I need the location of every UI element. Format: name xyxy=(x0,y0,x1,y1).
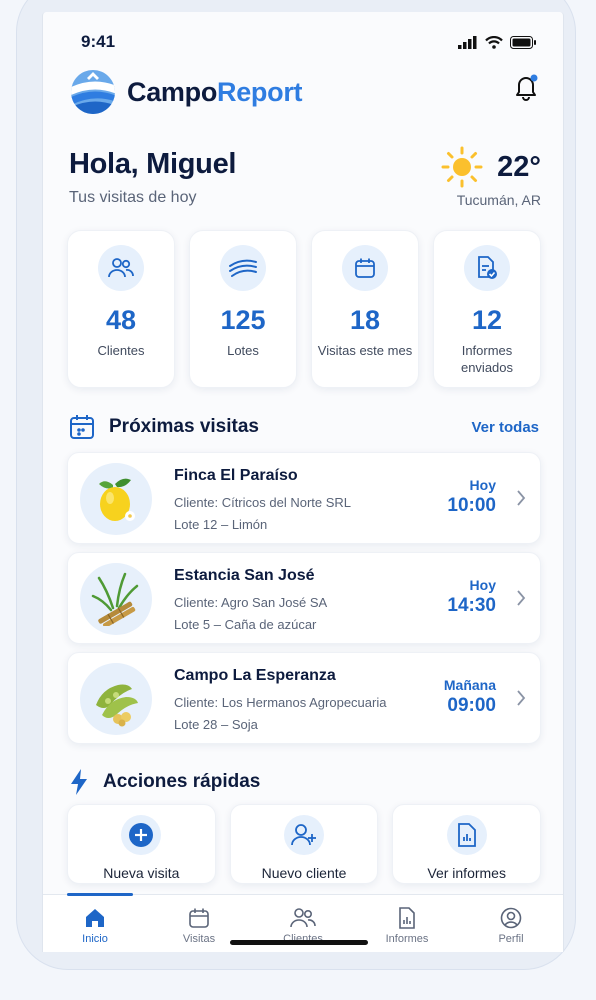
greeting: Hola, Miguel Tus visitas de hoy xyxy=(69,148,236,207)
bell-icon xyxy=(516,74,538,101)
users-icon xyxy=(98,245,144,291)
upcoming-header: Próximas visitas Ver todas xyxy=(69,414,539,440)
weather-widget: 22° Tucumán, AR xyxy=(441,146,541,208)
action-label: Nueva visita xyxy=(103,865,180,881)
status-time: 9:41 xyxy=(81,32,116,51)
visit-card[interactable]: Estancia San José Cliente: Agro San José… xyxy=(67,552,541,644)
upcoming-title: Próximas visitas xyxy=(109,416,259,437)
plus-icon xyxy=(121,815,162,855)
stat-value: 48 xyxy=(105,305,137,335)
app-screen: 9:41 CampoReport Hola, Miguel Tus visita… xyxy=(42,12,564,952)
status-icons xyxy=(458,35,537,49)
visit-client: Cliente: Cítricos del Norte SRL xyxy=(174,495,352,510)
visit-card[interactable]: Campo La Esperanza Cliente: Los Hermanos… xyxy=(67,652,541,744)
stat-card-visitas[interactable]: 18 Visitas este mes xyxy=(311,230,419,388)
stats-row: 48 Clientes 125 Lotes 18 Visitas este me… xyxy=(67,230,541,388)
calendar-icon xyxy=(70,415,94,439)
tab-label: Visitas xyxy=(182,933,216,945)
visit-client: Cliente: Agro San José SA xyxy=(174,595,328,610)
visit-day: Hoy xyxy=(469,577,496,593)
status-bar: 9:41 xyxy=(81,30,537,54)
new-visit-button[interactable]: Nueva visita xyxy=(67,804,216,884)
visit-client: Cliente: Los Hermanos Agropecuaria xyxy=(174,695,387,710)
app-name-part1: Campo xyxy=(127,76,218,107)
visit-hour: 09:00 xyxy=(447,695,496,716)
app-name: CampoReport xyxy=(127,76,303,108)
view-reports-button[interactable]: Ver informes xyxy=(392,804,542,884)
stat-value: 125 xyxy=(220,305,266,335)
visit-time: Mañana 09:00 xyxy=(444,677,496,717)
signal-icon xyxy=(458,35,477,49)
visit-lote: Lote 5 – Caña de azúcar xyxy=(174,617,317,632)
stat-label: Informes enviados xyxy=(460,343,514,375)
home-icon xyxy=(86,909,104,927)
stat-value: 12 xyxy=(471,305,503,335)
action-label: Nuevo cliente xyxy=(261,865,347,881)
profile-icon xyxy=(500,907,522,929)
visit-time: Hoy 10:00 xyxy=(447,477,496,517)
logo-icon xyxy=(71,70,115,114)
visit-lote: Lote 28 – Soja xyxy=(174,717,258,732)
soy-icon xyxy=(80,663,152,735)
tab-label: Perfil xyxy=(498,933,524,945)
action-label: Ver informes xyxy=(427,865,506,881)
stat-value: 18 xyxy=(349,305,381,335)
visit-day: Mañana xyxy=(443,677,496,693)
stat-card-clientes[interactable]: 48 Clientes xyxy=(67,230,175,388)
visit-card[interactable]: Finca El Paraíso Cliente: Cítricos del N… xyxy=(67,452,541,544)
tab-inicio[interactable]: Inicio xyxy=(43,895,147,952)
app-logo: CampoReport xyxy=(69,68,303,116)
visit-day: Hoy xyxy=(469,477,496,493)
visit-title: Finca El Paraíso xyxy=(174,467,298,484)
sun-icon xyxy=(441,146,483,188)
users-icon xyxy=(290,908,316,928)
calendar-icon xyxy=(189,908,209,928)
notifications-button[interactable] xyxy=(513,74,539,107)
chevron-right-icon xyxy=(517,490,526,506)
quick-actions-header: Acciones rápidas xyxy=(69,768,539,796)
app-name-part2: Report xyxy=(217,76,303,107)
visit-title: Campo La Esperanza xyxy=(174,667,336,684)
report-check-icon xyxy=(464,245,510,291)
lemon-icon xyxy=(80,463,152,535)
wifi-icon xyxy=(485,35,503,49)
tab-label: Inicio xyxy=(82,933,108,945)
greeting-subtitle: Tus visitas de hoy xyxy=(69,189,197,206)
sugarcane-icon xyxy=(80,563,152,635)
visit-title: Estancia San José xyxy=(174,567,315,584)
weather-location: Tucumán, AR xyxy=(456,192,541,208)
stat-card-lotes[interactable]: 125 Lotes xyxy=(189,230,297,388)
see-all-link[interactable]: Ver todas xyxy=(471,419,539,436)
stat-label: Visitas este mes xyxy=(317,343,413,358)
greeting-title: Hola, Miguel xyxy=(69,148,237,180)
home-indicator[interactable] xyxy=(230,940,368,945)
add-user-icon xyxy=(284,815,324,855)
lightning-icon xyxy=(71,769,87,795)
chevron-right-icon xyxy=(517,590,526,606)
visit-time: Hoy 14:30 xyxy=(447,577,496,617)
stat-label: Lotes xyxy=(227,343,259,358)
stat-label: Clientes xyxy=(97,343,145,358)
new-client-button[interactable]: Nuevo cliente xyxy=(229,804,379,884)
chevron-right-icon xyxy=(517,690,526,706)
field-icon xyxy=(220,245,266,291)
tab-label: Informes xyxy=(385,933,429,945)
battery-icon xyxy=(510,35,536,49)
report-icon xyxy=(399,907,415,929)
tab-informes[interactable]: Informes xyxy=(355,895,459,952)
weather-temp: 22° xyxy=(497,150,541,183)
report-icon xyxy=(446,815,487,855)
visit-lote: Lote 12 – Limón xyxy=(174,517,268,532)
calendar-icon xyxy=(342,245,388,291)
visit-hour: 14:30 xyxy=(447,595,496,616)
quick-actions-title: Acciones rápidas xyxy=(103,771,261,792)
quick-actions-row: Nueva visita Nuevo cliente Ver informes xyxy=(67,804,542,884)
tab-perfil[interactable]: Perfil xyxy=(459,895,563,952)
active-tab-indicator xyxy=(67,893,133,896)
visit-hour: 10:00 xyxy=(447,495,496,516)
stat-card-informes[interactable]: 12 Informes enviados xyxy=(433,230,541,388)
